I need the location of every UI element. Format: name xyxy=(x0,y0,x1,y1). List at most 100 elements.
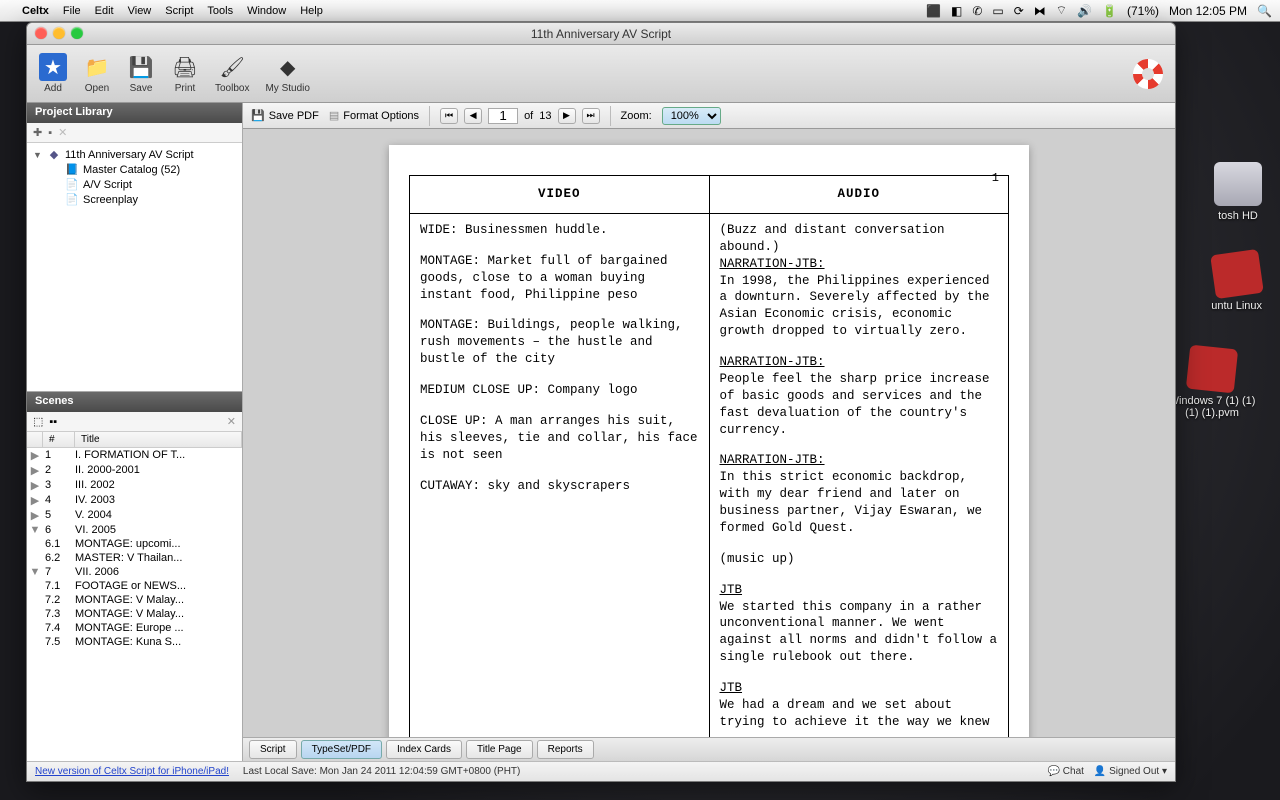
wifi-icon[interactable]: ⌔ xyxy=(1056,3,1067,18)
last-save-label: Last Local Save: Mon Jan 24 2011 12:04:5… xyxy=(243,766,520,777)
scenes-toolbar: ⬚ ▪▪ ✕ xyxy=(27,412,242,432)
page-total: 13 xyxy=(539,110,551,122)
menu-help[interactable]: Help xyxy=(300,5,323,17)
menu-edit[interactable]: Edit xyxy=(95,5,114,17)
tree-item[interactable]: ▼◆11th Anniversary AV Script xyxy=(29,147,240,162)
add-button[interactable]: ★Add xyxy=(39,53,67,94)
scenes-tool-icon[interactable]: ▪▪ xyxy=(49,416,57,428)
menu-view[interactable]: View xyxy=(128,5,152,17)
sync-icon[interactable]: ⟳ xyxy=(1014,4,1024,18)
format-options-button[interactable]: ▤Format Options xyxy=(329,109,419,122)
of-label: of xyxy=(524,110,533,122)
window-title: 11th Anniversary AV Script xyxy=(531,27,671,41)
library-toolbar: ✚ ▪ ✕ xyxy=(27,123,242,143)
project-library-header: Project Library xyxy=(27,103,242,123)
account-status[interactable]: 👤 Signed Out ▾ xyxy=(1094,766,1167,777)
document-area: 💾Save PDF ▤Format Options ⏮ ◀ of 13 ▶ ⏭ … xyxy=(243,103,1175,761)
scene-row[interactable]: ▶4IV. 2003 xyxy=(27,493,242,508)
toolbox-button[interactable]: 🖌Toolbox xyxy=(215,53,249,94)
tree-item[interactable]: 📘Master Catalog (52) xyxy=(29,162,240,177)
page-input[interactable] xyxy=(488,108,518,124)
main-toolbar: ★Add 📁Open 💾Save 🖨Print 🖌Toolbox ◆My Stu… xyxy=(27,45,1175,103)
bluetooth-icon[interactable]: ⧓ xyxy=(1034,4,1046,18)
window-titlebar[interactable]: 11th Anniversary AV Script xyxy=(27,23,1175,45)
scene-row[interactable]: ▶3III. 2002 xyxy=(27,478,242,493)
window-minimize-button[interactable] xyxy=(53,27,65,39)
scenes-tool-icon[interactable]: ⬚ xyxy=(33,415,43,428)
display-icon[interactable]: ▭ xyxy=(992,4,1003,18)
help-icon[interactable] xyxy=(1133,59,1163,89)
video-header: VIDEO xyxy=(410,176,710,214)
scene-row[interactable]: ▼6VI. 2005 xyxy=(27,523,242,537)
folder-button[interactable]: ▪ xyxy=(48,127,52,139)
mystudio-button[interactable]: ◆My Studio xyxy=(265,53,309,94)
status-icon[interactable]: ⬛ xyxy=(926,4,941,18)
print-button[interactable]: 🖨Print xyxy=(171,53,199,94)
scene-row[interactable]: 7.5MONTAGE: Kuna S... xyxy=(27,635,242,649)
video-column: WIDE: Businessmen huddle.MONTAGE: Market… xyxy=(410,213,710,737)
window-close-button[interactable] xyxy=(35,27,47,39)
close-icon[interactable]: ✕ xyxy=(227,415,236,428)
page-navigation: ⏮ ◀ of 13 ▶ ⏭ xyxy=(440,108,599,124)
delete-button[interactable]: ✕ xyxy=(58,126,67,139)
av-script-table: VIDEO AUDIO WIDE: Businessmen huddle.MON… xyxy=(409,175,1009,737)
tree-item[interactable]: 📄Screenplay xyxy=(29,192,240,207)
scene-row[interactable]: 6.2MASTER: V Thailan... xyxy=(27,551,242,565)
scene-row[interactable]: ▶5V. 2004 xyxy=(27,508,242,523)
chat-button[interactable]: 💬 Chat xyxy=(1048,766,1084,777)
scenes-columns: # Title xyxy=(27,432,242,448)
save-pdf-button[interactable]: 💾Save PDF xyxy=(251,109,319,122)
pdf-toolbar: 💾Save PDF ▤Format Options ⏮ ◀ of 13 ▶ ⏭ … xyxy=(243,103,1175,129)
scene-row[interactable]: ▼7VII. 2006 xyxy=(27,565,242,579)
phone-icon[interactable]: ✆ xyxy=(972,4,982,18)
document-scroll[interactable]: 1 VIDEO AUDIO WIDE: Businessmen huddle.M… xyxy=(243,129,1175,737)
battery-icon[interactable]: 🔋 xyxy=(1102,4,1117,18)
view-tab[interactable]: Index Cards xyxy=(386,740,462,759)
window-zoom-button[interactable] xyxy=(71,27,83,39)
view-tab[interactable]: Reports xyxy=(537,740,594,759)
scene-row[interactable]: 6.1MONTAGE: upcomi... xyxy=(27,537,242,551)
next-page-button[interactable]: ▶ xyxy=(558,108,576,124)
desktop-vm-icon[interactable]: untu Linux xyxy=(1211,252,1262,312)
desktop-drive-icon[interactable]: tosh HD xyxy=(1214,162,1262,222)
view-tab[interactable]: Script xyxy=(249,740,297,759)
clock[interactable]: Mon 12:05 PM xyxy=(1169,4,1247,18)
menu-window[interactable]: Window xyxy=(247,5,286,17)
volume-icon[interactable]: 🔊 xyxy=(1077,4,1092,18)
scenes-list[interactable]: ▶1I. FORMATION OF T...▶2II. 2000-2001▶3I… xyxy=(27,448,242,761)
statusbar: New version of Celtx Script for iPhone/i… xyxy=(27,761,1175,781)
project-tree[interactable]: ▼◆11th Anniversary AV Script📘Master Cata… xyxy=(27,143,242,391)
scene-row[interactable]: 7.4MONTAGE: Europe ... xyxy=(27,621,242,635)
menu-file[interactable]: File xyxy=(63,5,81,17)
status-icon[interactable]: ◧ xyxy=(951,4,962,18)
scene-row[interactable]: 7.3MONTAGE: V Malay... xyxy=(27,607,242,621)
zoom-select[interactable]: 100% xyxy=(662,107,721,125)
save-button[interactable]: 💾Save xyxy=(127,53,155,94)
scene-row[interactable]: 7.2MONTAGE: V Malay... xyxy=(27,593,242,607)
desktop-icon-label: untu Linux xyxy=(1211,300,1262,312)
scene-row[interactable]: ▶1I. FORMATION OF T... xyxy=(27,448,242,463)
scene-row[interactable]: 7.1FOOTAGE or NEWS... xyxy=(27,579,242,593)
add-item-button[interactable]: ✚ xyxy=(33,126,42,139)
desktop-vm-icon[interactable]: Windows 7 (1) (1) (1) (1).pvm xyxy=(1162,347,1262,419)
prev-page-button[interactable]: ◀ xyxy=(464,108,482,124)
scene-row[interactable]: ▶2II. 2000-2001 xyxy=(27,463,242,478)
sidebar: Project Library ✚ ▪ ✕ ▼◆11th Anniversary… xyxy=(27,103,243,761)
desktop-icon-label: Windows 7 (1) (1) (1) (1).pvm xyxy=(1162,395,1262,419)
last-page-button[interactable]: ⏭ xyxy=(582,108,600,124)
tree-item[interactable]: 📄A/V Script xyxy=(29,177,240,192)
app-window: 11th Anniversary AV Script ★Add 📁Open 💾S… xyxy=(26,22,1176,782)
open-button[interactable]: 📁Open xyxy=(83,53,111,94)
view-tabs: ScriptTypeSet/PDFIndex CardsTitle PageRe… xyxy=(243,737,1175,761)
script-page: 1 VIDEO AUDIO WIDE: Businessmen huddle.M… xyxy=(389,145,1029,737)
first-page-button[interactable]: ⏮ xyxy=(440,108,458,124)
menu-script[interactable]: Script xyxy=(165,5,193,17)
app-menu[interactable]: Celtx xyxy=(22,5,49,17)
spotlight-icon[interactable]: 🔍 xyxy=(1257,4,1272,18)
mac-menubar: Celtx File Edit View Script Tools Window… xyxy=(0,0,1280,22)
page-number: 1 xyxy=(992,171,999,185)
view-tab[interactable]: TypeSet/PDF xyxy=(301,740,382,759)
view-tab[interactable]: Title Page xyxy=(466,740,533,759)
menu-tools[interactable]: Tools xyxy=(207,5,233,17)
update-link[interactable]: New version of Celtx Script for iPhone/i… xyxy=(35,766,229,777)
